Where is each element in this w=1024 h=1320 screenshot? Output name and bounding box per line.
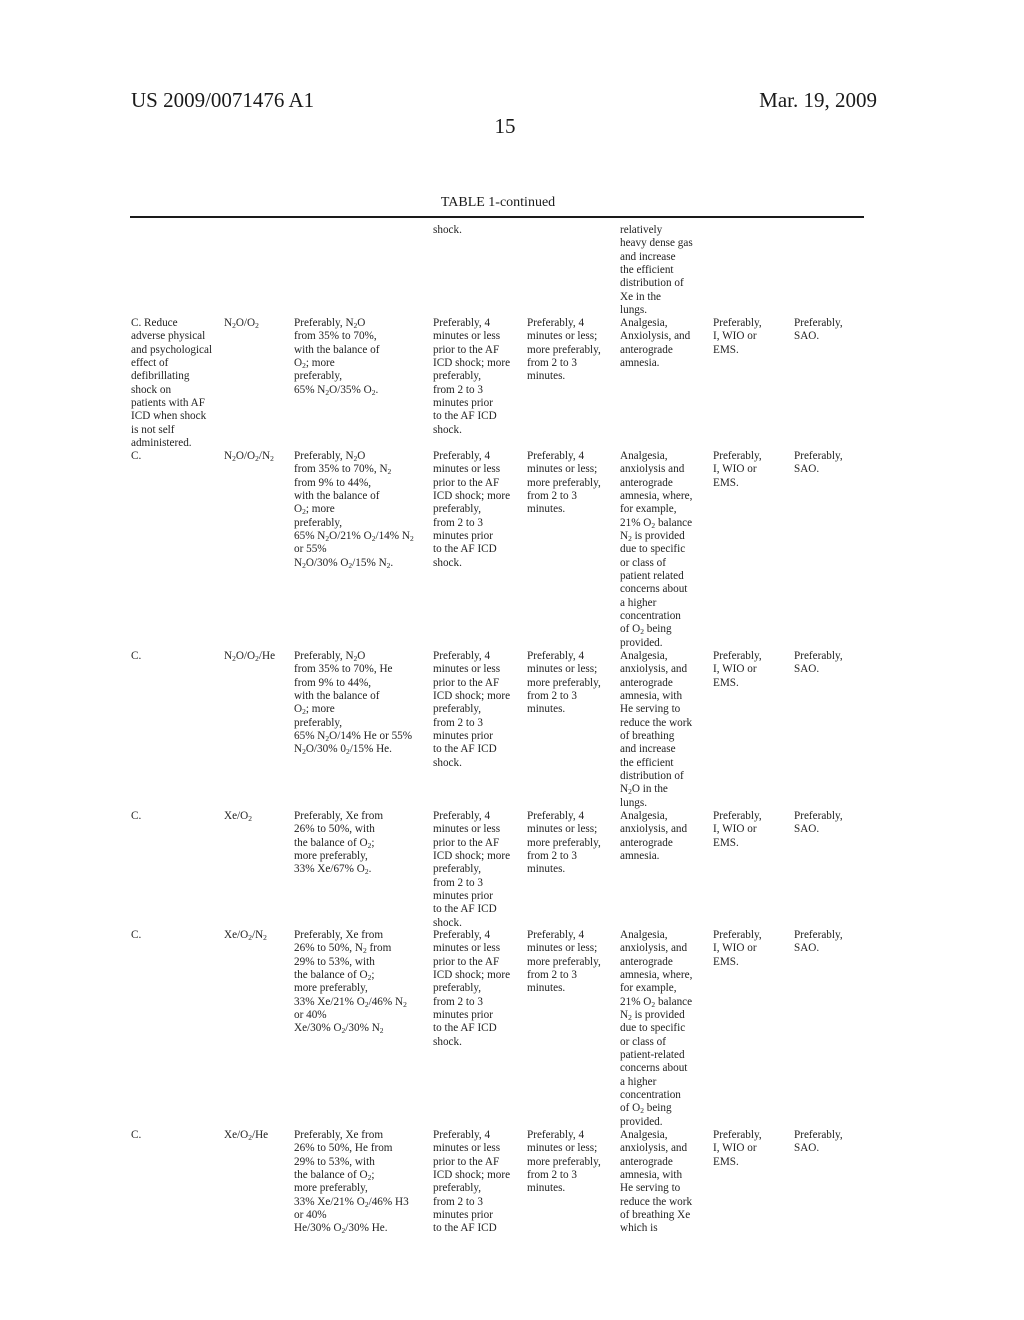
cell-composition: Preferably, Xe from 26% to 50%, N2 from … <box>294 929 407 1036</box>
cell-gas-mixture: N2O/O2/He <box>224 650 276 663</box>
cell-administration: Preferably, SAO. <box>794 810 843 836</box>
cell-indication: C. <box>131 929 142 941</box>
cell-timing: Preferably, 4 minutes or less prior to t… <box>433 810 511 929</box>
page-number: 15 <box>494 114 516 138</box>
cell-gas-mixture: N2O/O2 <box>224 317 259 330</box>
cell-gas-mixture: Xe/O2 <box>224 810 252 823</box>
cell-composition: Preferably, Xe from 26% to 50%, with the… <box>294 810 384 877</box>
cell-duration: Preferably, 4 minutes or less; more pref… <box>527 1129 601 1195</box>
cell-gas-mixture: N2O/O2/N2 <box>224 450 274 463</box>
cell-administration: Preferably, SAO. <box>794 929 843 955</box>
cell-duration: Preferably, 4 minutes or less; more pref… <box>527 810 601 876</box>
cell-administration: Preferably, SAO. <box>794 1129 843 1155</box>
publication-date: Mar. 19, 2009 <box>759 88 877 112</box>
cell-indication: C. Reduce adverse physical and psycholog… <box>131 317 213 450</box>
cell-duration: Preferably, 4 minutes or less; more pref… <box>527 929 601 995</box>
cell-duration: Preferably, 4 minutes or less; more pref… <box>527 450 601 516</box>
cell-composition: Preferably, N2O from 35% to 70%, with th… <box>294 317 380 397</box>
cell-indication: C. <box>131 450 142 462</box>
cell-effect: Analgesia, anxiolysis and anterograde am… <box>620 450 693 649</box>
cell-effect: Analgesia, anxiolysis, and anterograde a… <box>620 810 688 863</box>
cell-administration: Preferably, SAO. <box>794 317 843 343</box>
cell-effect: Analgesia, Anxiolysis, and anterograde a… <box>620 317 691 370</box>
cell-timing: Preferably, 4 minutes or less prior to t… <box>433 929 511 1048</box>
cell-indication: C. <box>131 1129 142 1141</box>
cell-composition: Preferably, Xe from 26% to 50%, He from … <box>294 1129 409 1236</box>
cell-gas-mixture: Xe/O2/He <box>224 1129 269 1142</box>
cell-duration: Preferably, 4 minutes or less; more pref… <box>527 317 601 383</box>
cell-setting: Preferably, I, WIO or EMS. <box>713 317 762 356</box>
table-title: TABLE 1-continued <box>440 195 556 210</box>
cell-administration: Preferably, SAO. <box>794 650 843 676</box>
cell-timing: shock. <box>433 224 462 236</box>
cell-timing: Preferably, 4 minutes or less prior to t… <box>433 1129 511 1235</box>
cell-timing: Preferably, 4 minutes or less prior to t… <box>433 317 511 436</box>
cell-setting: Preferably, I, WIO or EMS. <box>713 810 762 849</box>
cell-duration: Preferably, 4 minutes or less; more pref… <box>527 650 601 716</box>
cell-gas-mixture: Xe/O2/N2 <box>224 929 267 942</box>
cell-effect: relatively heavy dense gas and increase … <box>620 224 693 317</box>
cell-effect: Analgesia, anxiolysis, and anterograde a… <box>620 1129 693 1235</box>
cell-setting: Preferably, I, WIO or EMS. <box>713 650 762 689</box>
cell-effect: Analgesia, anxiolysis, and anterograde a… <box>620 929 693 1128</box>
patent-number: US 2009/0071476 A1 <box>131 88 315 112</box>
cell-composition: Preferably, N2O from 35% to 70%, He from… <box>294 650 413 757</box>
cell-indication: C. <box>131 650 142 662</box>
cell-timing: Preferably, 4 minutes or less prior to t… <box>433 450 511 569</box>
cell-indication: C. <box>131 810 142 822</box>
cell-timing: Preferably, 4 minutes or less prior to t… <box>433 650 511 769</box>
cell-composition: Preferably, N2O from 35% to 70%, N2 from… <box>294 450 414 570</box>
table-top-rule <box>130 216 864 218</box>
cell-setting: Preferably, I, WIO or EMS. <box>713 450 762 489</box>
cell-setting: Preferably, I, WIO or EMS. <box>713 929 762 968</box>
cell-setting: Preferably, I, WIO or EMS. <box>713 1129 762 1168</box>
cell-administration: Preferably, SAO. <box>794 450 843 476</box>
cell-effect: Analgesia, anxiolysis, and anterograde a… <box>620 650 693 809</box>
